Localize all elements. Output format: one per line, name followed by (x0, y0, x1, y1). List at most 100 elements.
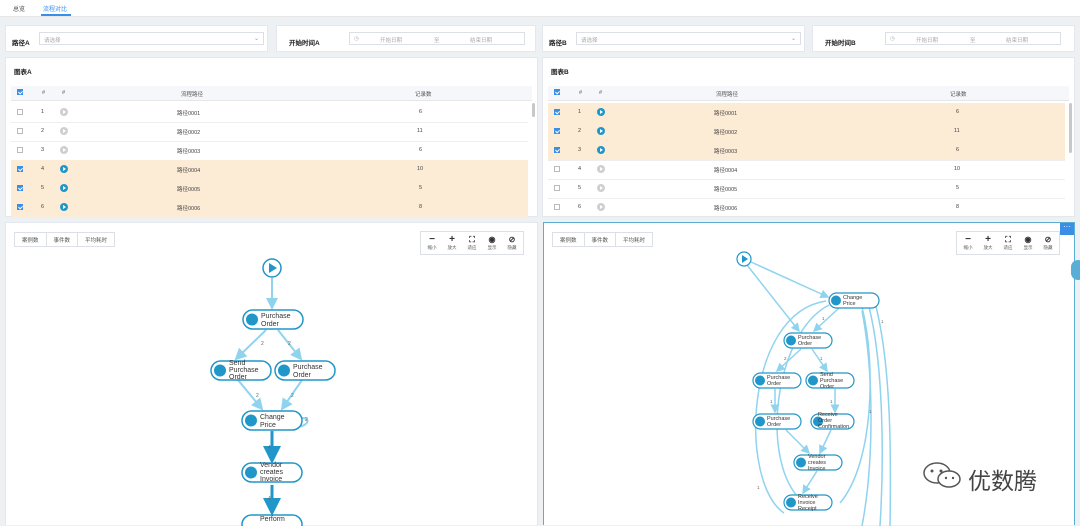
node-label: Perform (260, 516, 285, 523)
path-a-select[interactable]: 请选择 ⌄ (39, 32, 264, 45)
play-icon[interactable] (60, 184, 68, 192)
path-b-select[interactable]: 请选择 ⌄ (576, 32, 801, 45)
row-count: 11 (954, 128, 960, 134)
node-send-purchase-order[interactable]: Send Purchase Order (805, 372, 855, 390)
row-checkbox[interactable] (17, 185, 23, 191)
node-send-purchase-order[interactable]: Send Purchase Order (210, 360, 272, 381)
node-receive-order-confirmation[interactable]: Receive Order Confirmation (810, 412, 855, 430)
table-row[interactable]: 6 路径0006 8 (11, 198, 528, 218)
row-index: 1 (578, 109, 582, 115)
col-path: 流程路径 (181, 92, 204, 98)
time-b-start: 开始日期 (916, 38, 939, 44)
row-path: 路径0004 (714, 168, 738, 174)
node-change-price[interactable]: Change Price (241, 410, 303, 431)
table-row[interactable]: 5 路径0005 5 (548, 179, 1065, 199)
tab-overview[interactable]: 总览 (13, 4, 25, 13)
time-b-end: 结束日期 (1006, 38, 1029, 44)
node-label: Purchase (229, 367, 259, 374)
table-row[interactable]: 4 路径0004 10 (11, 160, 528, 180)
row-checkbox[interactable] (554, 147, 560, 153)
row-checkbox[interactable] (17, 109, 23, 115)
row-checkbox[interactable] (17, 204, 23, 210)
row-checkbox[interactable] (554, 166, 560, 172)
time-b-label: 开始时间B (825, 40, 856, 47)
table-row[interactable]: 2 路径0002 11 (548, 122, 1065, 142)
edge (802, 470, 818, 495)
table-row[interactable]: 4 路径0004 10 (548, 160, 1065, 180)
start-node-icon[interactable] (262, 258, 282, 278)
table-row[interactable]: 5 路径0005 5 (11, 179, 528, 199)
node-purchase-order[interactable]: Purchase Order (752, 372, 802, 389)
tab-process-compare[interactable]: 流程对比 (43, 4, 67, 13)
play-icon[interactable] (597, 108, 605, 116)
table-b-scrollbar[interactable] (1069, 103, 1072, 153)
node-perform[interactable]: Perform (241, 514, 303, 526)
table-b-card: 图表B # # 流程路径 记录数 1 路径0001 6 2 路径0002 11 … (542, 57, 1075, 218)
node-vendor-creates-invoice[interactable]: Vendor creates Invoice (241, 462, 303, 483)
node-change-price[interactable]: Change Price (828, 292, 880, 309)
node-purchase-order[interactable]: Purchase Order (783, 332, 833, 349)
edge-label: 1 (881, 319, 884, 324)
row-checkbox[interactable] (17, 128, 23, 134)
col-count: 记录数 (950, 92, 967, 98)
node-receive-invoice-receipt[interactable]: Receive Invoice Receipt (783, 494, 833, 512)
table-row[interactable]: 1 路径0001 6 (11, 103, 528, 123)
row-index: 4 (578, 166, 582, 172)
play-icon[interactable] (597, 184, 605, 192)
row-path: 路径0006 (177, 206, 201, 212)
row-path: 路径0005 (177, 187, 201, 193)
row-path: 路径0005 (714, 187, 738, 193)
play-icon[interactable] (597, 203, 605, 211)
edge-label: 4 (268, 445, 271, 451)
node-purchase-order[interactable]: Purchase Order (274, 360, 336, 381)
table-row[interactable]: 2 路径0002 11 (11, 122, 528, 142)
select-all-checkbox[interactable] (17, 89, 23, 95)
table-row[interactable]: 3 路径0003 6 (548, 141, 1065, 161)
row-index: 5 (41, 185, 45, 191)
edge-label: 2 (261, 341, 264, 347)
node-label: Order (820, 384, 834, 390)
row-index: 2 (41, 128, 45, 134)
table-row[interactable]: 1 路径0001 6 (548, 103, 1065, 123)
select-all-checkbox[interactable] (554, 89, 560, 95)
side-float-button[interactable] (1071, 260, 1080, 280)
start-node-icon[interactable] (736, 251, 752, 267)
row-index: 3 (41, 147, 45, 153)
node-purchase-order[interactable]: Purchase Order (752, 413, 802, 430)
edge-loop (861, 310, 872, 526)
node-label: Vendor (260, 462, 283, 469)
chevron-down-icon: ⌄ (790, 36, 796, 42)
row-checkbox[interactable] (554, 204, 560, 210)
play-icon[interactable] (60, 127, 68, 135)
row-checkbox[interactable] (554, 109, 560, 115)
chevron-down-icon: ⌄ (253, 36, 259, 42)
edge-label: 4 (268, 496, 271, 502)
time-a-range[interactable]: ◷ 开始日期 至 结束日期 (349, 32, 525, 45)
table-row[interactable]: 6 路径0006 8 (548, 198, 1065, 218)
play-icon[interactable] (60, 203, 68, 211)
node-purchase-order[interactable]: Purchase Order (242, 309, 304, 330)
row-checkbox[interactable] (17, 166, 23, 172)
node-vendor-creates-invoice[interactable]: Vendor creates Invoice (793, 454, 843, 472)
edge-label: 1 (820, 356, 823, 361)
play-icon[interactable] (60, 146, 68, 154)
play-icon[interactable] (597, 165, 605, 173)
play-icon[interactable] (60, 108, 68, 116)
play-icon[interactable] (60, 165, 68, 173)
row-path: 路径0003 (714, 149, 738, 155)
play-icon[interactable] (597, 127, 605, 135)
node-label: Order (767, 381, 781, 387)
path-b-placeholder: 请选择 (581, 38, 598, 44)
row-checkbox[interactable] (554, 185, 560, 191)
play-icon[interactable] (597, 146, 605, 154)
edge-label: 2 (288, 341, 291, 347)
row-checkbox[interactable] (17, 147, 23, 153)
path-b-label: 路径B (549, 40, 567, 47)
time-b-range[interactable]: ◷ 开始日期 至 结束日期 (885, 32, 1061, 45)
time-a-sep: 至 (434, 38, 440, 44)
row-checkbox[interactable] (554, 128, 560, 134)
node-label: Order (261, 321, 280, 328)
table-a-scrollbar[interactable] (532, 103, 535, 117)
edge-label: 1 (757, 485, 760, 490)
table-row[interactable]: 3 路径0003 6 (11, 141, 528, 161)
